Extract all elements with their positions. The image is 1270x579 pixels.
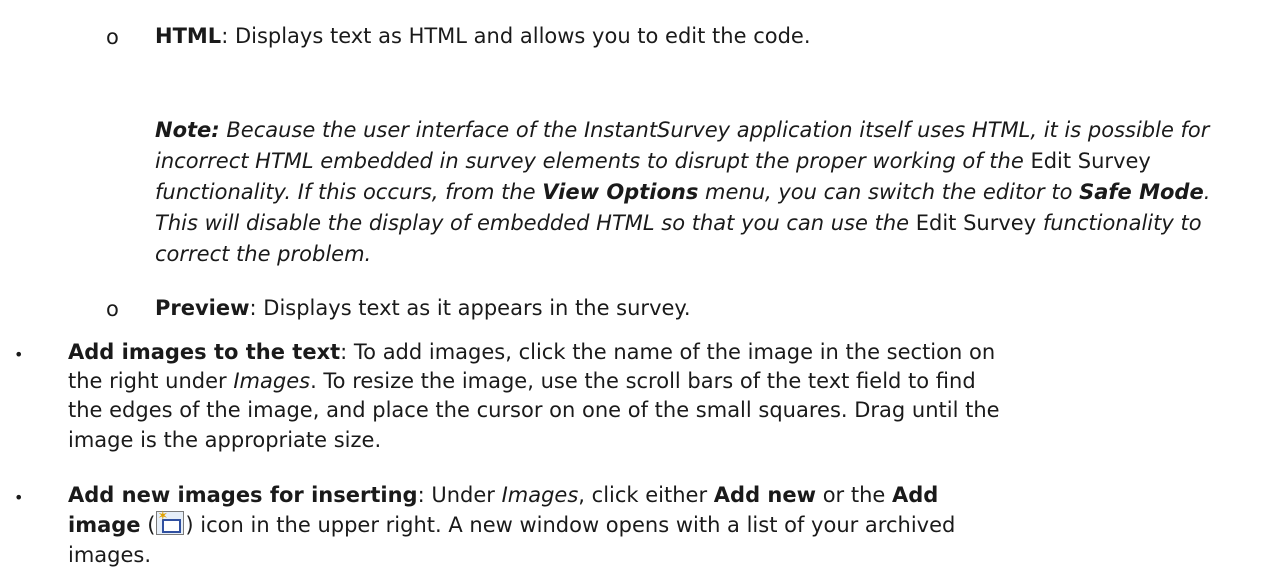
text-line: images. [68, 543, 152, 567]
text-line: image (✶) icon in the upper right. A new… [68, 509, 956, 537]
text-line: the edges of the image, and place the cu… [68, 398, 1000, 422]
list-item-add-new-images: Add new images for inserting: Under Imag… [68, 483, 939, 507]
term-preview: Preview [155, 296, 250, 320]
safe-mode-ref: Safe Mode [1079, 180, 1204, 204]
note-paragraph: Note: Because the user interface of the … [155, 118, 1211, 266]
edit-survey-ref: Edit Survey [915, 211, 1037, 235]
add-new-ref: Add new [713, 483, 817, 507]
edit-survey-ref: Edit Survey [1030, 149, 1151, 173]
term-add-images: Add images to the text [68, 340, 341, 364]
text-line: the right under Images. To resize the im… [68, 369, 976, 393]
view-options-ref: View Options [542, 180, 699, 204]
sub-bullet: o [106, 25, 119, 49]
add-image-ref: image [68, 513, 141, 537]
text-line: image is the appropriate size. [68, 428, 382, 452]
term-html: HTML [155, 24, 222, 48]
list-item-html: HTML: Displays text as HTML and allows y… [155, 24, 811, 48]
add-image-ref: Add [892, 483, 939, 507]
list-item-preview: Preview: Displays text as it appears in … [155, 296, 691, 320]
term-add-new-images: Add new images for inserting [68, 483, 418, 507]
list-item-add-images: Add images to the text: To add images, c… [68, 340, 996, 364]
note-label: Note: [155, 118, 220, 142]
add-image-icon: ✶ [156, 510, 185, 535]
bullet: • [14, 488, 24, 507]
sub-bullet: o [106, 297, 119, 321]
bullet: • [14, 345, 24, 364]
